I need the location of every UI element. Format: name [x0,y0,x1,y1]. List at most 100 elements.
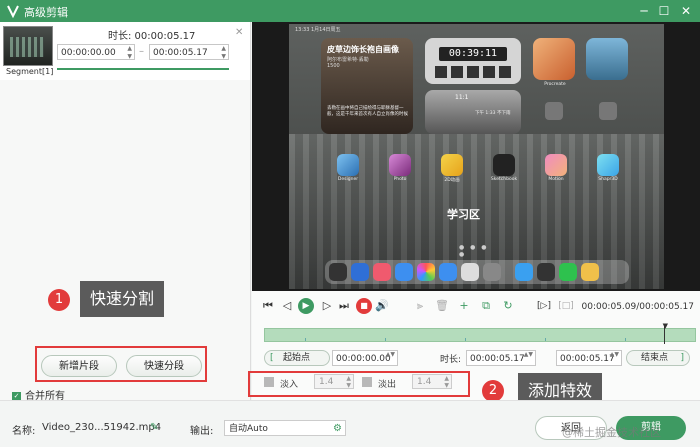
next-icon[interactable]: ⏭ [336,298,352,314]
stop-button[interactable]: ■ [356,298,372,314]
app-icon [545,102,563,120]
delete-icon[interactable]: 🗑 [434,298,450,314]
weather-label: 11:1 [455,94,469,101]
art-subtitle: 阿尔布雷希特·丢勒 1500 [327,56,369,69]
photo-app-icon: Photo [389,154,411,182]
prev-icon[interactable]: ⏮ [260,298,276,314]
timeline-track[interactable]: ▼ [264,322,696,344]
segment-start-input[interactable]: 00:00:00.00 ▲ ▼ [57,44,135,60]
minimize-icon[interactable]: ─ [636,3,652,19]
segment-duration: 时长: 00:00:05.17 [108,31,196,42]
app-icon [599,102,617,120]
add-segment-button[interactable]: 新增片段 [41,355,117,377]
segment-thumbnail[interactable] [3,26,53,66]
frame-forward-icon[interactable]: [▷] [534,298,554,314]
motion-app-icon: Motion [545,154,567,182]
spinner-icon[interactable]: ▲▼ [610,351,619,359]
clock-row [435,66,511,78]
copy-icon[interactable]: ⧉ [478,298,494,314]
segment-end-value: 00:00:05.17 [153,48,208,58]
end-time-value: 00:00:05.17 [560,354,615,364]
maximize-icon[interactable]: ☐ [656,3,672,19]
play-button[interactable]: ▶ [298,298,314,314]
segment-panel: Segment[1] 时长: 00:00:05.17 00:00:00.00 ▲ ▼… [0,22,251,400]
art-year: 1500 [327,63,340,69]
end-time-input[interactable]: 00:00:05.17 ▲▼ [556,350,622,366]
dock-icon [439,263,457,281]
timeline-tick [625,338,626,341]
frame-stop-icon[interactable]: [□] [556,298,576,314]
segment-close-icon[interactable]: ✕ [235,27,243,38]
quick-split-button[interactable]: 快速分段 [126,355,202,377]
animation-app-icon: 2D动画 [441,154,463,183]
spinner-icon[interactable]: ▲▼ [524,351,533,359]
segment-start-value: 00:00:00.00 [61,48,116,58]
shapr3d-app-icon: Shapr3D [597,154,619,182]
split-icon[interactable]: ⫸ [412,298,428,314]
playhead-marker-icon[interactable]: ▼ [663,322,668,330]
art-caption: 丢勒在画中将自己描绘得与耶稣基督一般，这是千年来首次有人自立肖像的时候 [327,106,408,117]
add-icon[interactable]: + [456,298,472,314]
bracket-right-icon: ] [680,353,684,363]
weather-text: 下午 1:33 不下雨 [475,111,511,116]
procreate-label: Procreate [544,82,566,87]
gear-icon[interactable]: ⚙ [333,421,342,437]
close-icon[interactable]: ✕ [678,3,694,19]
dock-icon [395,263,413,281]
video-preview[interactable]: 13:33 1月14日周五 皮草边饰长袍自画像 阿尔布雷希特·丢勒 1500 丢勒… [252,22,700,291]
callout-text: 快速分割 [80,281,165,317]
output-select[interactable]: 自动Auto ⚙ [224,420,346,436]
dock-icon [417,263,435,281]
procreate-widget: Procreate [533,38,575,87]
start-time-input[interactable]: 00:00:00.00 ▲▼ [332,350,398,366]
weather-widget: 11:1 下午 1:33 不下雨 [425,90,521,134]
segment-label: Segment[1] [6,67,54,76]
start-time-value: 00:00:00.00 [336,354,391,364]
output-label: 输出: [190,426,214,437]
app-label: Sketchbook [490,177,518,182]
end-point-label: 结束点 [641,353,669,363]
file-name: Video_230...51942.mp4 [42,422,162,433]
step-forward-icon[interactable]: ▷ [319,298,335,314]
playback-time: 00:00:05.09/00:00:05.17 [581,302,695,312]
app-label: Motion [548,177,564,182]
designer-app-icon: Designer [337,154,359,182]
dock-icon [373,263,391,281]
site-watermark: @稀土掘金技术社区 [562,426,661,439]
duration-input[interactable]: 00:00:05.17 ▲▼ [466,350,536,366]
end-point-button[interactable]: 结束点] [626,350,690,366]
app-label: Shapr3D [598,177,618,182]
art-title: 皮草边饰长袍自画像 [327,45,399,54]
step-back-icon[interactable]: ◁ [279,298,295,314]
clock-time: 00:39:11 [439,47,507,61]
window-title: 高级剪辑 [24,6,68,19]
segment-card[interactable]: Segment[1] 时长: 00:00:05.17 00:00:00.00 ▲ ▼… [0,22,250,80]
clock-widget: 00:39:11 [425,38,521,84]
rotate-icon[interactable]: ↻ [500,298,516,314]
overlay-watermark: 学习区 [447,208,480,221]
highlight-box-effects [248,371,470,397]
edit-name-icon[interactable]: ✎ [150,422,158,433]
spinner-icon[interactable]: ▲▼ [127,45,132,61]
video-frame: 13:33 1月14日周五 皮草边饰长袍自画像 阿尔布雷希特·丢勒 1500 丢勒… [289,24,664,289]
output-value: 自动Auto [229,424,268,434]
app-label: 2D动画 [444,178,460,183]
app-logo-icon [7,5,19,18]
title-bar: 高级剪辑 ─ ☐ ✕ [0,0,700,22]
spinner-icon[interactable]: ▲▼ [386,351,395,359]
sketchbook-app-icon: Sketchbook [491,154,517,182]
start-point-label: 起始点 [283,353,311,363]
dock-icon [515,263,533,281]
volume-icon[interactable]: 🔊 [374,298,390,314]
timeline-tick [545,338,546,341]
spinner-icon[interactable]: ▲▼ [221,45,226,61]
segment-end-input[interactable]: 00:00:05.17 ▲ ▼ [149,44,229,60]
dock-icon [461,263,479,281]
range-dash: – [139,46,144,57]
start-point-button[interactable]: [起始点 [264,350,330,366]
dock-icon [329,263,347,281]
dock [325,260,629,284]
dock-icon [351,263,369,281]
name-label: 名称: [12,426,36,437]
callout-number: 1 [48,289,70,311]
